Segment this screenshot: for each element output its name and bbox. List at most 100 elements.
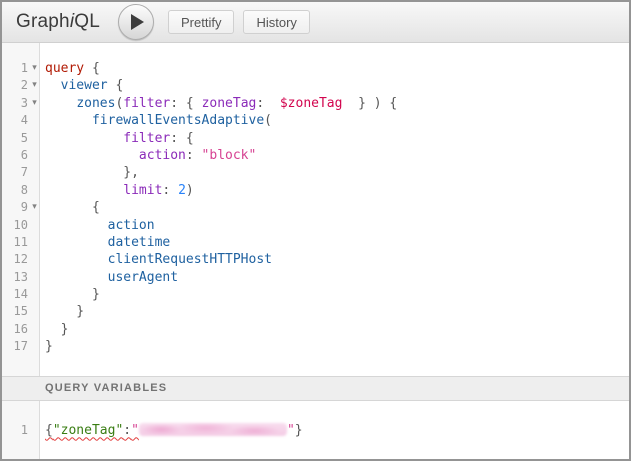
execute-button[interactable] [118,4,154,40]
code-line[interactable]: 17} [2,338,629,355]
code-token: } [45,304,84,319]
code-line[interactable]: 14 } [2,286,629,303]
query-code-area[interactable]: 1▾query {2▾ viewer {3▾ zones(filter: { z… [2,43,629,356]
code-line[interactable]: 8 limit: 2) [2,182,629,199]
code-token: $zoneTag [280,96,343,111]
code-text[interactable]: userAgent [41,269,178,286]
code-token: limit [123,183,162,198]
query-editor[interactable]: 1▾query {2▾ viewer {3▾ zones(filter: { z… [2,43,629,376]
code-token: { [84,61,100,76]
prettify-button[interactable]: Prettify [168,10,234,34]
code-token [45,131,123,146]
code-token [45,78,61,93]
code-token: } ) { [342,96,397,111]
code-text[interactable]: { [41,199,100,216]
fold-arrow-icon[interactable]: ▾ [28,60,41,77]
code-line[interactable]: 4 firewallEventsAdaptive( [2,112,629,129]
code-token: }, [45,165,139,180]
code-text[interactable]: zones(filter: { zoneTag: $zoneTag } ) { [41,95,397,112]
code-text[interactable]: {"zoneTag":""} [41,422,303,439]
code-token: zoneTag [202,96,257,111]
code-line[interactable]: 3▾ zones(filter: { zoneTag: $zoneTag } )… [2,95,629,112]
code-text[interactable]: }, [41,164,139,181]
variables-code-area[interactable]: 1{"zoneTag":""} [2,401,629,439]
code-text[interactable]: } [41,286,100,303]
code-token [45,270,108,285]
line-number: 9 [2,199,28,216]
code-token: action [139,148,186,163]
code-text[interactable]: firewallEventsAdaptive( [41,112,272,129]
code-text[interactable]: clientRequestHTTPHost [41,251,272,268]
code-text[interactable]: action [41,217,155,234]
code-line[interactable]: 9▾ { [2,199,629,216]
variables-editor[interactable]: 1{"zoneTag":""} [2,401,629,459]
line-number: 13 [2,269,28,286]
code-line[interactable]: 15 } [2,303,629,320]
code-token: "zoneTag" [53,423,123,438]
code-token: : [162,183,178,198]
code-line[interactable]: 1{"zoneTag":""} [2,422,629,439]
code-line[interactable]: 2▾ viewer { [2,77,629,94]
code-text[interactable]: action: "block" [41,147,256,164]
code-token: : [186,148,202,163]
code-text[interactable]: viewer { [41,77,123,94]
code-line[interactable]: 16 } [2,321,629,338]
line-number: 3 [2,95,28,112]
line-number: 17 [2,338,28,355]
code-token: { [45,200,100,215]
code-token: " [131,423,139,438]
code-token: : [256,96,279,111]
line-number: 4 [2,112,28,129]
code-line[interactable]: 10 action [2,217,629,234]
code-token: datetime [108,235,171,250]
graphiql-window: GraphiQL Prettify History 1▾query {2▾ vi… [0,0,631,461]
code-token: } [295,423,303,438]
graphiql-logo: GraphiQL [16,11,100,33]
code-token: } [45,322,68,337]
code-line[interactable]: 6 action: "block" [2,147,629,164]
redacted-value [139,423,287,436]
line-number: 5 [2,130,28,147]
line-number: 12 [2,251,28,268]
code-token: filter [123,96,170,111]
code-token: " [287,423,295,438]
code-token: : { [170,96,201,111]
logo-text-graph: Graph [16,11,70,32]
code-line[interactable]: 12 clientRequestHTTPHost [2,251,629,268]
code-token [45,252,108,267]
code-token [45,235,108,250]
code-token: } [45,339,53,354]
code-line[interactable]: 11 datetime [2,234,629,251]
code-text[interactable]: } [41,303,84,320]
code-token [45,148,139,163]
code-token: 2 [178,183,186,198]
code-token [45,218,108,233]
code-line[interactable]: 5 filter: { [2,130,629,147]
code-text[interactable]: query { [41,60,100,77]
line-number: 8 [2,182,28,199]
code-text[interactable]: limit: 2) [41,182,194,199]
line-number: 10 [2,217,28,234]
code-text[interactable]: } [41,321,68,338]
code-token: { [45,423,53,438]
play-icon [131,14,144,30]
code-text[interactable]: } [41,338,53,355]
line-number: 1 [2,422,28,439]
code-token: userAgent [108,270,178,285]
code-token: viewer [61,78,108,93]
fold-arrow-icon[interactable]: ▾ [28,95,41,112]
code-line[interactable]: 7 }, [2,164,629,181]
logo-text-ql: QL [74,11,100,32]
code-token: "block" [202,148,257,163]
fold-arrow-icon[interactable]: ▾ [28,199,41,216]
fold-arrow-icon[interactable]: ▾ [28,77,41,94]
code-text[interactable]: datetime [41,234,170,251]
history-button[interactable]: History [243,10,309,34]
code-token: ) [186,183,194,198]
code-token: clientRequestHTTPHost [108,252,272,267]
code-line[interactable]: 1▾query { [2,60,629,77]
code-text[interactable]: filter: { [41,130,194,147]
code-line[interactable]: 13 userAgent [2,269,629,286]
query-variables-header[interactable]: QUERY VARIABLES [2,376,629,401]
code-token [45,113,92,128]
